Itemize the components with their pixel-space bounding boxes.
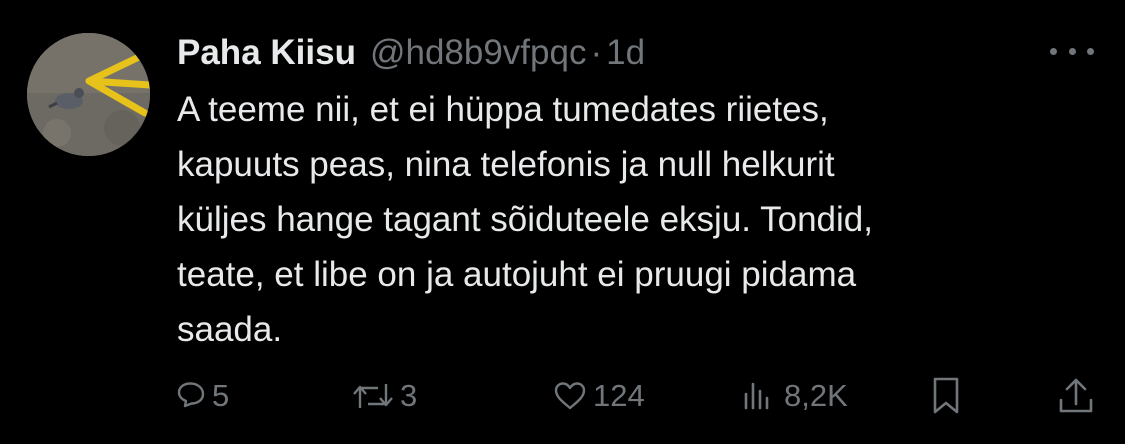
views-button[interactable]: 8,2K [742, 368, 848, 424]
bookmark-icon [928, 376, 964, 416]
retweet-count: 3 [400, 378, 418, 413]
timestamp[interactable]: 1d [606, 28, 645, 78]
more-icon[interactable] [1050, 36, 1094, 66]
retweet-button[interactable]: 3 [352, 368, 417, 424]
more-dot [1087, 47, 1094, 55]
display-name[interactable]: Paha Kiisu [177, 28, 356, 78]
tweet-header: Paha Kiisu @hd8b9vfpqc · 1d [177, 28, 645, 78]
like-count: 124 [593, 378, 645, 413]
retweet-icon [352, 381, 394, 411]
heart-icon [553, 381, 587, 411]
more-dot [1050, 47, 1057, 55]
reply-count: 5 [212, 378, 230, 413]
like-button[interactable]: 124 [553, 368, 645, 424]
reply-icon [176, 381, 206, 411]
separator-dot: · [590, 33, 603, 72]
avatar[interactable] [27, 33, 150, 156]
tweet-text: A teeme nii, et ei hüppa tumedates riiet… [177, 90, 873, 349]
action-bar: 5 3 124 8,2K [0, 368, 1125, 424]
views-count: 8,2K [784, 378, 848, 413]
more-dot [1068, 47, 1076, 55]
bookmark-button[interactable] [928, 368, 964, 424]
reply-button[interactable]: 5 [176, 368, 229, 424]
share-icon [1056, 376, 1096, 416]
views-icon [742, 381, 778, 411]
share-button[interactable] [1056, 368, 1096, 424]
user-handle[interactable]: @hd8b9vfpqc [370, 28, 587, 78]
tweet[interactable]: Paha Kiisu @hd8b9vfpqc · 1d A teeme nii,… [0, 0, 1125, 444]
